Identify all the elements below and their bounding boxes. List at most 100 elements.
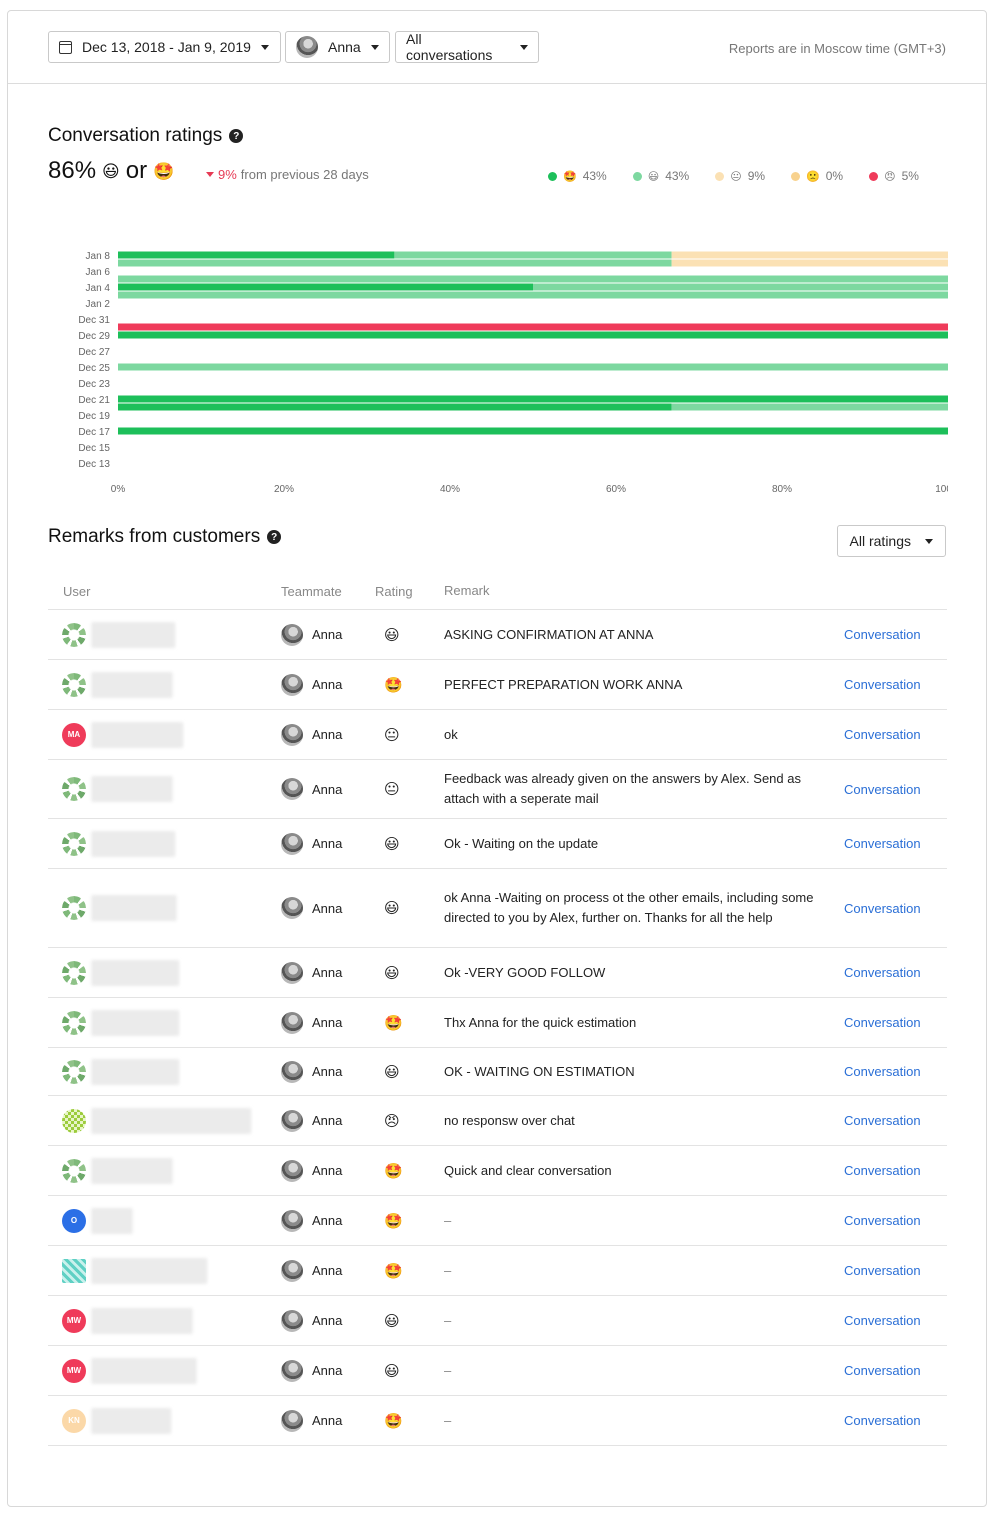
user-name-redacted xyxy=(91,1157,173,1184)
teammate-avatar xyxy=(281,1159,303,1182)
ratings-title: Conversation ratings ? xyxy=(48,125,244,147)
chart-bar-segment[interactable] xyxy=(394,251,672,259)
chart-bar-segment[interactable] xyxy=(118,251,395,259)
table-row: Anna 🤩 Thx Anna for the quick estimation Co… xyxy=(48,998,947,1048)
user-cell[interactable] xyxy=(48,621,281,648)
y-tick-label: Dec 17 xyxy=(78,427,110,438)
table-body: Anna 😃 ASKING CONFIRMATION AT ANNA Conversa… xyxy=(48,610,947,1446)
conversation-link[interactable]: Conversation xyxy=(844,1064,947,1079)
user-cell[interactable] xyxy=(48,1257,281,1284)
ratings-score: 86% 😃 or 🤩 xyxy=(48,157,174,185)
conversation-link[interactable]: Conversation xyxy=(844,836,947,851)
conversation-link[interactable]: Conversation xyxy=(844,1163,947,1178)
date-range-dropdown[interactable]: Dec 13, 2018 - Jan 9, 2019 xyxy=(48,31,281,63)
conversation-link[interactable]: Conversation xyxy=(844,1113,947,1128)
user-avatar xyxy=(62,1010,86,1035)
conversation-link[interactable]: Conversation xyxy=(844,901,947,916)
help-icon[interactable]: ? xyxy=(267,530,282,544)
table-row: Anna 🤩 PERFECT PREPARATION WORK ANNA Conver… xyxy=(48,660,947,710)
table-row: Anna 🤩 Quick and clear conversation Convers… xyxy=(48,1146,947,1196)
teammate-name: Anna xyxy=(312,1413,343,1428)
rating-emoji-icon: 🤩 xyxy=(384,1412,403,1430)
user-cell[interactable]: KN xyxy=(48,1407,281,1434)
chevron-down-icon xyxy=(260,44,269,50)
legend-dot xyxy=(548,171,557,181)
user-cell[interactable] xyxy=(48,1157,281,1184)
legend-percent: 9% xyxy=(747,169,766,183)
smiley-icon: 😃 xyxy=(102,161,120,181)
x-tick-label: 60% xyxy=(606,484,626,495)
help-icon[interactable]: ? xyxy=(229,129,244,143)
conversation-link[interactable]: Conversation xyxy=(844,1413,947,1428)
user-cell[interactable] xyxy=(48,1107,281,1134)
user-cell[interactable] xyxy=(48,895,281,921)
chart-bar-segment[interactable] xyxy=(118,395,948,403)
chart-bar-segment[interactable] xyxy=(118,275,948,283)
y-tick-label: Dec 23 xyxy=(78,379,110,390)
chart-bar-segment[interactable] xyxy=(118,291,948,299)
user-name-redacted xyxy=(91,1058,179,1085)
chart-bar-segment[interactable] xyxy=(671,259,948,267)
user-cell[interactable] xyxy=(48,1058,281,1085)
table-row: Anna 😃 Ok - Waiting on the update Conversat… xyxy=(48,819,947,869)
conversation-link[interactable]: Conversation xyxy=(844,1015,947,1030)
legend-item[interactable]: 🙁 0% xyxy=(791,169,843,183)
teammate-avatar xyxy=(281,1359,303,1382)
chart-bar-segment[interactable] xyxy=(118,331,948,339)
ratings-filter-dropdown[interactable]: All ratings xyxy=(836,525,946,557)
user-avatar xyxy=(62,672,86,697)
conversation-link[interactable]: Conversation xyxy=(844,677,947,692)
user-cell[interactable]: O xyxy=(48,1207,281,1234)
user-cell[interactable] xyxy=(48,671,281,698)
chart-bar-segment[interactable] xyxy=(671,403,948,411)
table-row: Anna 😃 Ok -VERY GOOD FOLLOW Conversation xyxy=(48,948,947,998)
user-cell[interactable]: MA xyxy=(48,721,281,748)
user-cell[interactable]: MW xyxy=(48,1307,281,1334)
teammate-cell: Anna xyxy=(281,723,375,746)
user-cell[interactable] xyxy=(48,830,281,857)
teammate-name: Anna xyxy=(312,965,343,980)
table-row: MW Anna 😃 – Conversation xyxy=(48,1346,947,1396)
conversation-link[interactable]: Conversation xyxy=(844,727,947,742)
ratings-chart-svg: Jan 8 Jan 6 Jan 4 Jan 2 Dec 31 Dec 29 Dec 27 De… xyxy=(78,251,961,495)
filter-bar: Dec 13, 2018 - Jan 9, 2019 Anna All conv… xyxy=(8,11,986,84)
conversations-dropdown[interactable]: All conversations xyxy=(395,31,539,63)
legend-item[interactable]: 😠 5% xyxy=(869,169,919,183)
user-cell[interactable] xyxy=(48,776,281,802)
user-cell[interactable] xyxy=(48,1009,281,1036)
conversation-link[interactable]: Conversation xyxy=(844,782,947,797)
chart-bar-segment[interactable] xyxy=(118,427,948,435)
legend-item[interactable]: 😃 43% xyxy=(632,169,689,183)
header-user: User xyxy=(63,583,91,599)
conversation-link[interactable]: Conversation xyxy=(844,1363,947,1378)
chart-bar-segment[interactable] xyxy=(533,283,948,291)
chart-bar-segment[interactable] xyxy=(118,363,948,371)
teammate-cell: Anna xyxy=(281,1011,375,1034)
conversation-link[interactable]: Conversation xyxy=(844,1263,947,1278)
chart-bar-segment[interactable] xyxy=(118,259,672,267)
chart-bar-segment[interactable] xyxy=(118,403,672,411)
chart-bar-segment[interactable] xyxy=(118,323,948,331)
teammate-avatar xyxy=(281,1060,303,1083)
user-cell[interactable] xyxy=(48,959,281,986)
chart-bar-segment[interactable] xyxy=(118,283,533,291)
conversation-link[interactable]: Conversation xyxy=(844,965,947,980)
teammate-avatar xyxy=(281,1409,303,1432)
user-avatar xyxy=(62,1108,86,1133)
conversation-link[interactable]: Conversation xyxy=(844,1213,947,1228)
user-cell[interactable]: MW xyxy=(48,1357,281,1384)
conversation-link[interactable]: Conversation xyxy=(844,1313,947,1328)
user-name-redacted xyxy=(91,1257,207,1284)
teammate-dropdown[interactable]: Anna xyxy=(285,31,390,63)
or-text: or xyxy=(125,157,148,184)
y-tick-label: Jan 4 xyxy=(86,283,111,294)
legend-item[interactable]: 🤩 43% xyxy=(548,169,607,183)
chart-bar-segment[interactable] xyxy=(671,251,948,259)
teammate-avatar xyxy=(281,1259,303,1282)
user-name-redacted xyxy=(91,1357,197,1384)
teammate-cell: Anna xyxy=(281,1209,375,1232)
legend-item[interactable]: 😐 9% xyxy=(715,169,765,183)
user-name-redacted xyxy=(91,1307,193,1334)
conversation-link[interactable]: Conversation xyxy=(844,627,947,642)
y-tick-label: Jan 6 xyxy=(86,267,111,278)
